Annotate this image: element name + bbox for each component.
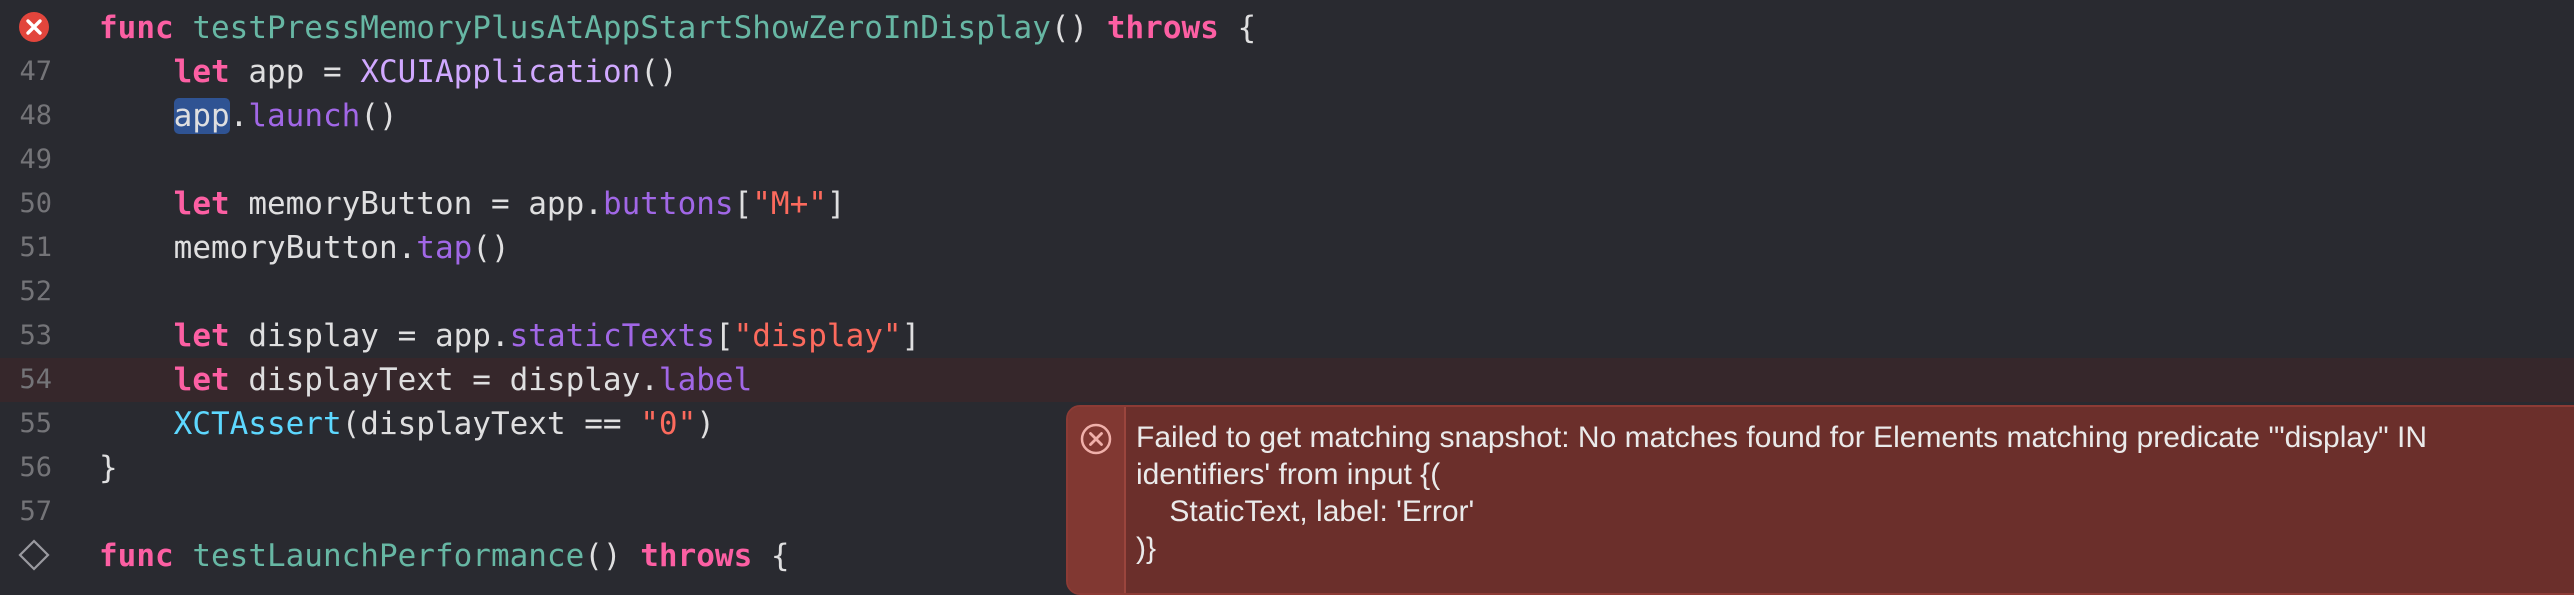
code-token: let [173,186,230,222]
line-number[interactable]: 51 [0,226,52,270]
line-number[interactable]: 50 [0,182,52,226]
line-number[interactable]: 49 [0,138,52,182]
error-circle-icon[interactable] [17,10,51,44]
code-text[interactable]: XCTAssert(displayText == "0") [99,402,715,446]
code-text[interactable]: let displayText = display.label [99,358,753,402]
error-annotation[interactable]: Failed to get matching snapshot: No matc… [1066,405,2574,595]
code-token: staticTexts [509,318,715,354]
code-token: "display" [733,318,902,354]
selected-token: app [173,98,230,134]
line-number[interactable]: 47 [0,50,52,94]
code-token: () [640,54,678,90]
code-token: tap [416,230,473,266]
code-token: . [229,98,249,134]
code-text[interactable]: func testLaunchPerformance() throws { [99,534,790,578]
code-text[interactable]: } [99,446,118,490]
diamond-test-icon[interactable] [17,538,51,572]
line-number[interactable]: 54 [0,358,52,402]
code-token: func [99,538,174,574]
code-line[interactable]: 50 let memoryButton = app.buttons["M+"] [0,182,2574,226]
code-text[interactable]: app.launch() [99,94,398,138]
code-token: label [658,362,753,398]
line-number[interactable]: 48 [0,94,52,138]
code-token: displayText = display. [229,362,659,398]
code-token: [ [733,186,753,222]
code-token: () [360,98,398,134]
error-x-icon [1080,423,1112,455]
line-number[interactable]: 57 [0,490,52,534]
code-line[interactable]: 48 app.launch() [0,94,2574,138]
line-number[interactable]: 53 [0,314,52,358]
code-token: throws [1106,10,1219,46]
code-token: let [173,318,230,354]
code-text[interactable]: let display = app.staticTexts["display"] [99,314,921,358]
code-token: () [1050,10,1107,46]
code-token: testPressMemoryPlusAtAppStartShowZeroInD… [192,10,1051,46]
code-token: "M+" [752,186,827,222]
code-token: display = app. [229,318,510,354]
code-token: app = [229,54,361,90]
code-token: XCUIApplication [360,54,641,90]
code-line[interactable]: 47 let app = XCUIApplication() [0,50,2574,94]
code-token: let [173,362,230,398]
code-token: () [472,230,510,266]
line-number[interactable]: 56 [0,446,52,490]
error-annotation-bar [1068,407,1126,593]
code-token: ) [696,406,715,442]
code-token: () [584,538,641,574]
code-text[interactable]: func testPressMemoryPlusAtAppStartShowZe… [99,6,1256,50]
code-token: launch [248,98,361,134]
code-token: { [752,538,790,574]
code-token: let [173,54,230,90]
code-token: } [99,450,118,486]
code-token: buttons [602,186,734,222]
code-token: ] [901,318,921,354]
code-token: testLaunchPerformance [192,538,585,574]
code-token: func [99,10,174,46]
code-line[interactable]: 54 let displayText = display.label [0,358,2574,402]
code-token: ] [826,186,846,222]
code-line[interactable]: 52 [0,270,2574,314]
code-token: memoryButton = app. [229,186,603,222]
code-token: "0" [640,406,697,442]
code-token: throws [640,538,753,574]
code-line[interactable]: 51 memoryButton.tap() [0,226,2574,270]
line-number[interactable]: 52 [0,270,52,314]
code-token: (displayText == [341,406,641,442]
line-number[interactable]: 55 [0,402,52,446]
code-token: XCTAssert [173,406,342,442]
code-line[interactable]: func testPressMemoryPlusAtAppStartShowZe… [0,6,2574,50]
code-text[interactable]: memoryButton.tap() [99,226,510,270]
code-text[interactable]: let app = XCUIApplication() [99,50,678,94]
code-line[interactable]: 49 [0,138,2574,182]
code-token: { [1218,10,1257,46]
code-token: memoryButton. [99,230,417,266]
code-text[interactable]: let memoryButton = app.buttons["M+"] [99,182,846,226]
error-message: Failed to get matching snapshot: No matc… [1136,421,2428,565]
code-line[interactable]: 53 let display = app.staticTexts["displa… [0,314,2574,358]
code-token: [ [714,318,734,354]
